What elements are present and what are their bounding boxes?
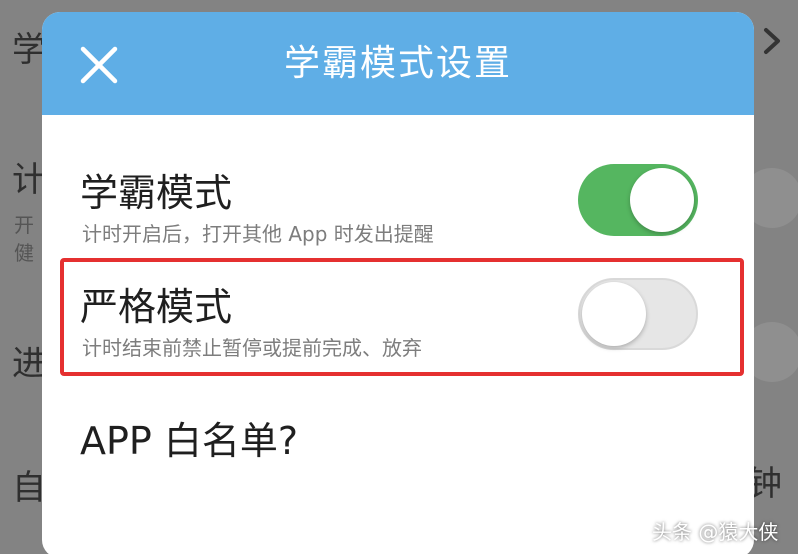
- setting-description: 计时结束前禁止暂停或提前完成、放弃: [82, 336, 422, 360]
- study-mode-toggle[interactable]: [578, 164, 698, 236]
- strict-mode-toggle[interactable]: [578, 278, 698, 350]
- background-row-2-sub-1: 开: [14, 213, 34, 237]
- background-row-1-text: 学: [12, 30, 46, 70]
- background-row-2-sub-2: 健: [14, 241, 34, 265]
- background-row-4-text: 自: [12, 468, 46, 508]
- dialog-header: 学霸模式设置: [42, 12, 754, 115]
- app-whitelist-link[interactable]: APP 白名单?: [80, 410, 298, 465]
- chevron-right-icon: [764, 28, 780, 54]
- study-mode-settings-dialog: 学霸模式设置 学霸模式 计时开启后，打开其他 App 时发出提醒 严格模式 计时…: [42, 12, 754, 554]
- setting-title: 学霸模式: [80, 171, 233, 215]
- background-row-3-text: 进: [12, 344, 46, 384]
- setting-description: 计时开启后，打开其他 App 时发出提醒: [82, 222, 434, 246]
- background-row-2-text: 计: [12, 160, 46, 200]
- dialog-title: 学霸模式设置: [283, 43, 512, 84]
- watermark: 头条 @猿大侠: [652, 520, 779, 544]
- close-icon[interactable]: [78, 44, 120, 86]
- setting-title: 严格模式: [80, 285, 233, 329]
- toggle-knob: [630, 168, 694, 232]
- toggle-knob: [582, 282, 646, 346]
